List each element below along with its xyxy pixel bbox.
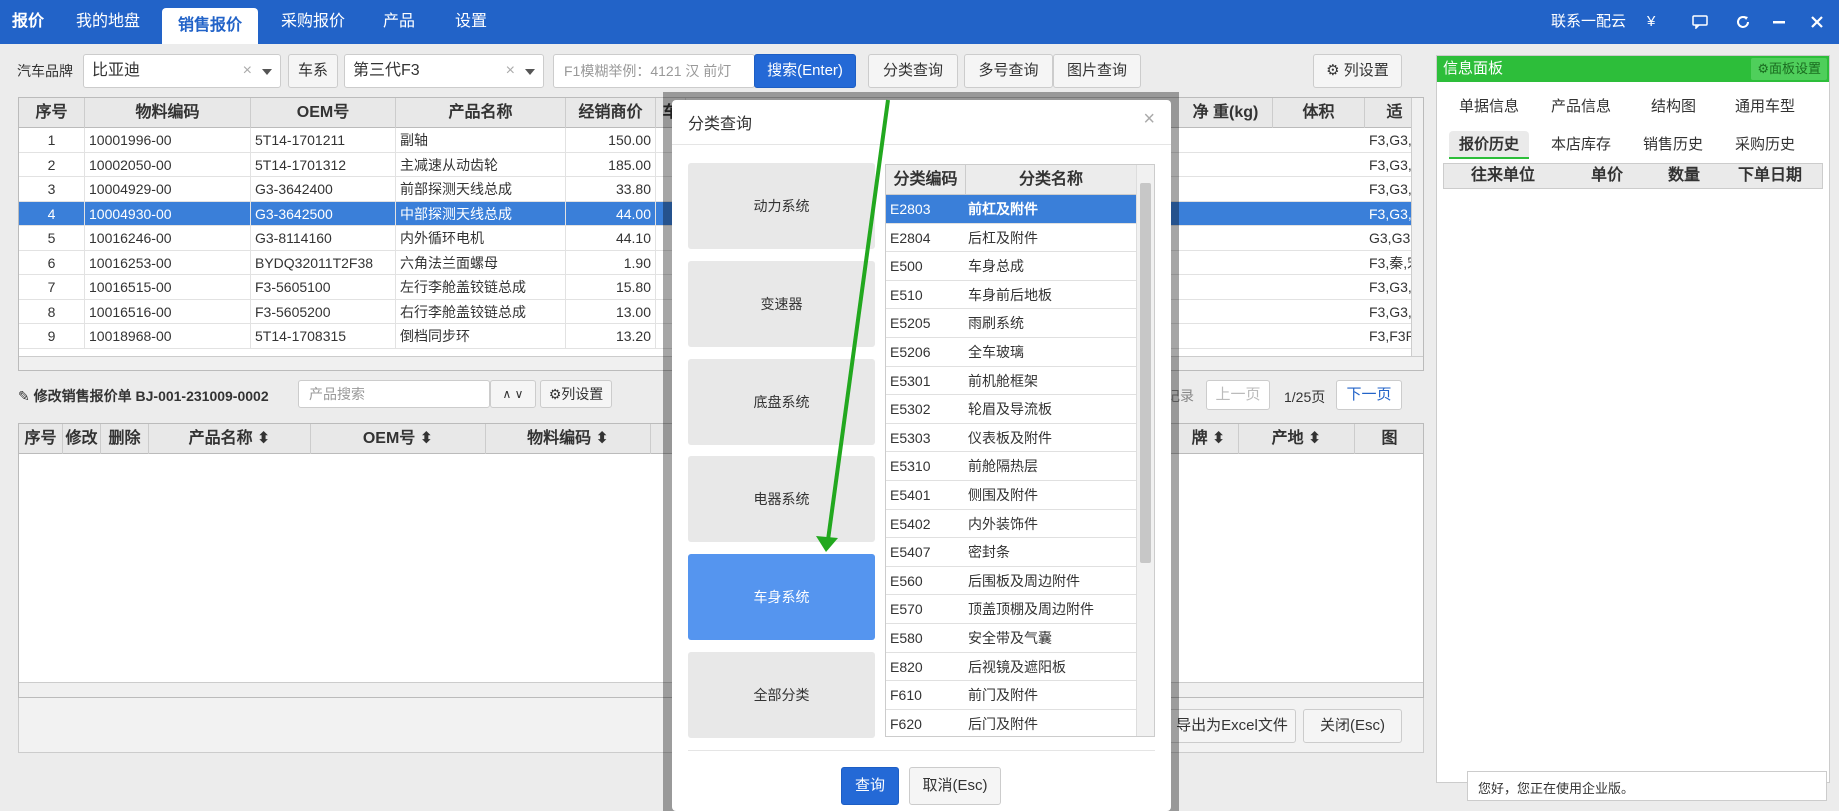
arrow-annotation: [816, 99, 890, 552]
